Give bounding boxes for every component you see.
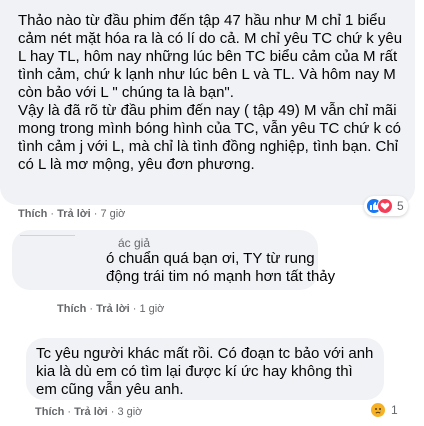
reaction-count-2: 1 bbox=[391, 403, 398, 417]
reply-bubble-1: ác giả ó chuẩn quá bạn ơi, TY từ rung độ… bbox=[12, 230, 335, 290]
reaction-count-1: 5 bbox=[397, 199, 404, 213]
reply-text-1: ó chuẩn quá bạn ơi, TY từ rung động trái… bbox=[106, 250, 336, 285]
reply-time-1: 1 giờ bbox=[139, 303, 165, 315]
like-link-3[interactable]: Thích bbox=[35, 406, 64, 418]
reply-actions-1: Thích · Trả lời · 1 giờ bbox=[57, 303, 165, 315]
reply-link-1[interactable]: Trả lời bbox=[57, 208, 91, 220]
like-link-1[interactable]: Thích bbox=[18, 208, 47, 220]
reply-author-1[interactable]: ác giả bbox=[118, 236, 308, 250]
comment-time-2: 3 giờ bbox=[117, 406, 143, 418]
reply-link-2[interactable]: Trả lời bbox=[96, 303, 130, 315]
comment-actions-2: Thích · Trả lời · 3 giờ bbox=[35, 406, 143, 418]
reaction-summary-1[interactable]: 5 bbox=[364, 196, 408, 216]
comment-bubble-1: Thảo nào từ đầu phim đến tập 47 hầu như … bbox=[0, 0, 415, 205]
reaction-summary-2[interactable]: 1 bbox=[370, 402, 398, 418]
comment-actions-1: Thích · Trả lời · 7 giờ bbox=[18, 208, 126, 220]
reply-avatar-placeholder bbox=[20, 235, 75, 236]
comment-time-1: 7 giờ bbox=[100, 208, 126, 220]
love-icon bbox=[377, 198, 393, 214]
comment-text-2: Tc yêu người khác mất rồi. Có đoạn tc bả… bbox=[36, 345, 378, 398]
sad-icon bbox=[370, 402, 386, 418]
reply-link-3[interactable]: Trả lời bbox=[74, 406, 108, 418]
comment-text-1: Thảo nào từ đầu phim đến tập 47 hầu như … bbox=[18, 12, 403, 173]
like-link-2[interactable]: Thích bbox=[57, 303, 86, 315]
comment-bubble-2: Tc yêu người khác mất rồi. Có đoạn tc bả… bbox=[26, 338, 384, 400]
